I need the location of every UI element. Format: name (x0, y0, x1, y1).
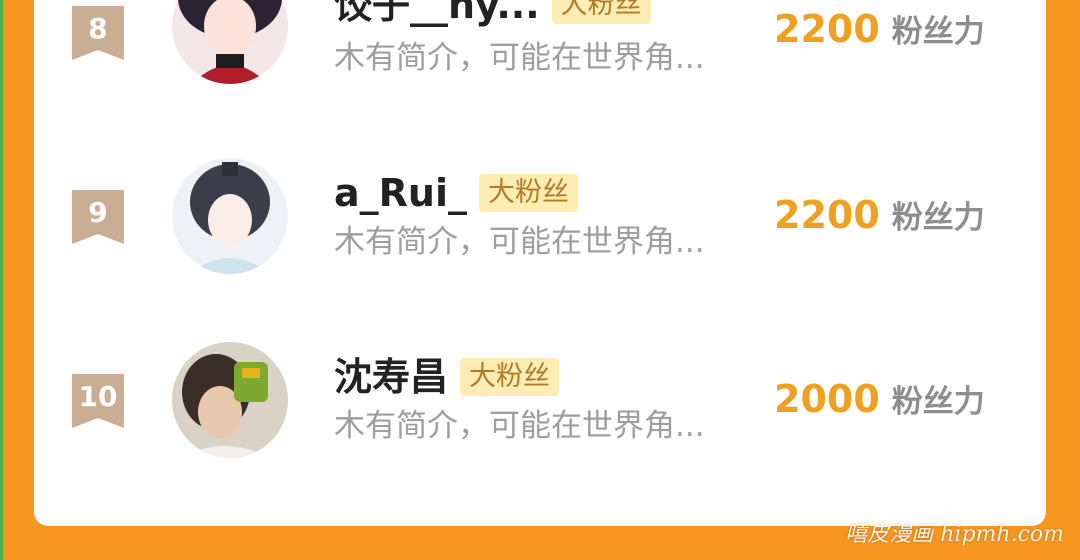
user-bio: 木有简介，可能在世界角... (334, 224, 705, 260)
avatar[interactable] (172, 158, 288, 274)
avatar[interactable] (172, 0, 288, 84)
list-item[interactable]: 8 饺子__hy... 大粉丝 木有简介，可能在世界角... 2200 粉丝力 (34, 0, 1046, 88)
rank-number: 10 (78, 380, 118, 413)
score-unit: 粉丝力 (891, 200, 985, 236)
site-watermark: 嘻皮漫画 hipmh.com (845, 522, 1064, 547)
fan-power-score: 2200 粉丝力 (774, 6, 985, 51)
rank-ribbon-badge: 10 (72, 374, 124, 428)
rank-ribbon-badge: 9 (72, 190, 124, 244)
list-item[interactable]: 9 a_Rui_ 大粉丝 木有简介，可能在世界角... 2200 粉丝力 (34, 154, 1046, 274)
username[interactable]: 沈寿昌 (334, 354, 448, 400)
score-value: 2200 (774, 193, 880, 237)
score-value: 2200 (774, 7, 880, 51)
fan-level-tag: 大粉丝 (551, 0, 651, 24)
left-edge-strip (0, 0, 3, 560)
fan-level-tag: 大粉丝 (460, 358, 560, 396)
user-bio: 木有简介，可能在世界角... (334, 40, 705, 76)
score-value: 2000 (774, 377, 880, 421)
username[interactable]: a_Rui_ (334, 170, 467, 216)
list-item[interactable]: 10 沈寿昌 大粉丝 木有简介，可能在世界角... 2000 粉丝力 (34, 338, 1046, 458)
fan-power-score: 2200 粉丝力 (774, 192, 985, 237)
avatar[interactable] (172, 342, 288, 458)
fan-power-score: 2000 粉丝力 (774, 376, 985, 421)
user-bio: 木有简介，可能在世界角... (334, 408, 705, 444)
rank-number: 8 (88, 12, 108, 45)
rank-ribbon-badge: 8 (72, 6, 124, 60)
fan-level-tag: 大粉丝 (478, 174, 578, 212)
username[interactable]: 饺子__hy... (334, 0, 540, 28)
rank-number: 9 (88, 196, 108, 229)
score-unit: 粉丝力 (891, 384, 985, 420)
score-unit: 粉丝力 (891, 14, 985, 50)
